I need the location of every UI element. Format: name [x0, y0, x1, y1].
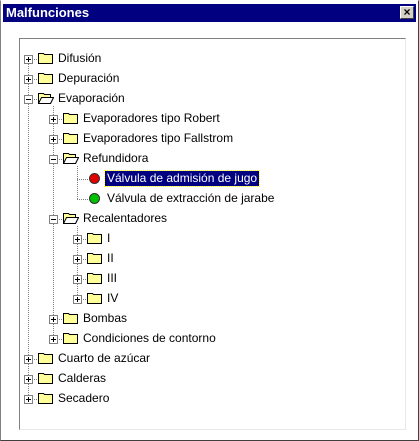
expand-toggle-icon[interactable] — [24, 375, 33, 384]
expand-toggle-icon[interactable] — [24, 395, 33, 404]
malfunction-tree[interactable]: Difusión Depuración Evaporación Evaporadore… — [20, 39, 405, 429]
malfunciones-window: Malfunciones × Difusión Depuración Evapora… — [0, 0, 419, 441]
expand-toggle-icon[interactable] — [49, 335, 58, 344]
expand-toggle-icon[interactable] — [24, 55, 33, 64]
folder-icon — [63, 111, 79, 125]
tree-item-label: II — [107, 251, 114, 265]
tree-item-label: Evaporación — [58, 91, 125, 105]
expand-toggle-icon[interactable] — [24, 355, 33, 364]
window-title: Malfunciones — [6, 5, 90, 20]
tree-item-evaporadores-tipo-robert[interactable]: Evaporadores tipo Robert — [20, 109, 405, 129]
tree-item-label: Difusión — [58, 51, 102, 65]
tree-item-label: I — [107, 231, 111, 245]
folder-icon — [38, 391, 54, 405]
tree-item-ii[interactable]: II — [20, 249, 405, 269]
green-status-icon — [89, 193, 100, 204]
tree-item-label: IV — [107, 291, 119, 305]
folder-icon — [63, 131, 79, 145]
tree-item-depuracion[interactable]: Depuración — [20, 69, 405, 89]
collapse-toggle-icon[interactable] — [49, 215, 58, 224]
open-folder-icon — [62, 211, 80, 225]
folder-icon — [63, 331, 79, 345]
expand-toggle-icon[interactable] — [73, 295, 82, 304]
tree-item-label: Refundidora — [83, 151, 149, 165]
tree-item-cuarto-de-azucar[interactable]: Cuarto de azúcar — [20, 349, 405, 369]
folder-icon — [87, 251, 103, 265]
expand-toggle-icon[interactable] — [73, 235, 82, 244]
tree-item-label: Condiciones de contorno — [83, 331, 216, 345]
red-status-icon — [89, 173, 100, 184]
close-button[interactable]: × — [400, 6, 414, 19]
tree-connector-line — [77, 179, 88, 180]
tree-item-iii[interactable]: III — [20, 269, 405, 289]
expand-toggle-icon[interactable] — [49, 315, 58, 324]
tree-item-label: Válvula de extracción de jarabe — [107, 191, 275, 205]
tree-item-recalentadores[interactable]: Recalentadores — [20, 209, 405, 229]
tree-item-label: Secadero — [58, 391, 110, 405]
close-icon: × — [403, 5, 411, 19]
title-bar[interactable]: Malfunciones × — [3, 4, 416, 22]
collapse-toggle-icon[interactable] — [24, 95, 33, 104]
tree-item-label: Cuarto de azúcar — [58, 351, 151, 365]
open-folder-icon — [37, 91, 55, 105]
tree-item-label: Evaporadores tipo Fallstrom — [83, 131, 234, 145]
tree-item-label: Bombas — [83, 311, 128, 325]
tree-item-label: Recalentadores — [83, 211, 168, 225]
tree-item-refundidora[interactable]: Refundidora — [20, 149, 405, 169]
tree-leaf-valvula-de-admision-de-jugo[interactable]: Válvula de admisión de jugo — [20, 169, 405, 189]
tree-item-label: Evaporadores tipo Robert — [83, 111, 220, 125]
tree-item-calderas[interactable]: Calderas — [20, 369, 405, 389]
window-client-area: Difusión Depuración Evaporación Evaporadore… — [3, 22, 416, 438]
folder-icon — [38, 371, 54, 385]
tree-connector-line — [77, 199, 88, 200]
collapse-toggle-icon[interactable] — [49, 155, 58, 164]
expand-toggle-icon[interactable] — [24, 75, 33, 84]
expand-toggle-icon[interactable] — [73, 255, 82, 264]
folder-icon — [87, 291, 103, 305]
open-folder-icon — [62, 151, 80, 165]
tree-item-bombas[interactable]: Bombas — [20, 309, 405, 329]
tree-item-iv[interactable]: IV — [20, 289, 405, 309]
expand-toggle-icon[interactable] — [49, 115, 58, 124]
tree-panel: Difusión Depuración Evaporación Evaporadore… — [19, 38, 406, 430]
tree-item-label: Depuración — [58, 71, 120, 85]
expand-toggle-icon[interactable] — [73, 275, 82, 284]
folder-icon — [87, 271, 103, 285]
folder-icon — [38, 71, 54, 85]
tree-item-i[interactable]: I — [20, 229, 405, 249]
tree-item-evaporadores-tipo-fallstrom[interactable]: Evaporadores tipo Fallstrom — [20, 129, 405, 149]
tree-leaf-valvula-de-extraccion-de-jarabe[interactable]: Válvula de extracción de jarabe — [20, 189, 405, 209]
folder-icon — [87, 231, 103, 245]
tree-item-condiciones-de-contorno[interactable]: Condiciones de contorno — [20, 329, 405, 349]
tree-item-label: Válvula de admisión de jugo — [103, 170, 261, 187]
tree-item-label: Calderas — [58, 371, 107, 385]
folder-icon — [63, 311, 79, 325]
folder-icon — [38, 51, 54, 65]
tree-item-evaporacion[interactable]: Evaporación — [20, 89, 405, 109]
expand-toggle-icon[interactable] — [49, 135, 58, 144]
folder-icon — [38, 351, 54, 365]
tree-item-label: III — [107, 271, 118, 285]
tree-item-difusion[interactable]: Difusión — [20, 49, 405, 69]
tree-item-secadero[interactable]: Secadero — [20, 389, 405, 409]
